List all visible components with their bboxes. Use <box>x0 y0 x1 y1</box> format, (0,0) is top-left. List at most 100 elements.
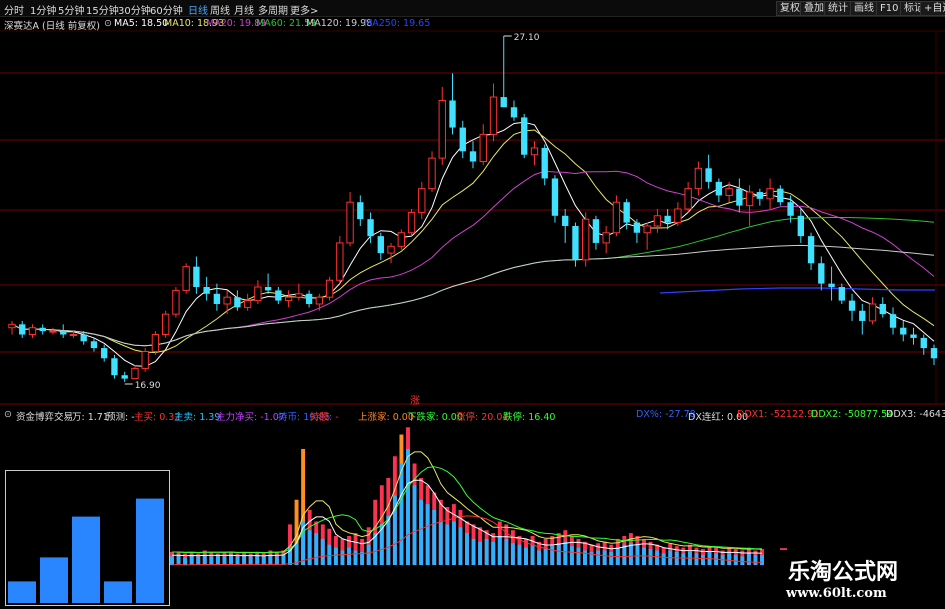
period-tab[interactable]: 15分钟 <box>86 2 119 17</box>
sub-bar-blue <box>524 547 528 565</box>
candle-body <box>838 287 845 301</box>
toolbar-button[interactable]: 统计 <box>824 1 852 16</box>
low-label: 16.90 <box>135 381 161 391</box>
candle-body <box>510 107 518 118</box>
candle-body <box>8 323 16 329</box>
candle-body <box>438 99 446 159</box>
candle-body <box>60 331 67 335</box>
sub-bar-blue <box>576 547 581 565</box>
toolbar-button[interactable]: F10 <box>876 1 903 16</box>
candle-body <box>623 202 630 223</box>
candle-body <box>193 266 200 288</box>
period-toolbar: 分时 1分钟 5分钟 15分钟 30分钟 60分钟 日线 周线 月线 多周期 更多> 复权 叠加 统计 画线… <box>0 0 945 17</box>
sub-bar-blue <box>209 556 214 565</box>
candle-body <box>572 225 579 260</box>
sub-bar-blue <box>432 509 437 565</box>
candle-body <box>161 313 170 336</box>
candle-body <box>562 215 569 226</box>
candle-body <box>182 266 190 291</box>
candle-body <box>223 296 231 305</box>
sub-bar-blue <box>196 556 201 565</box>
inset-bar <box>40 557 68 603</box>
watermark-url: www.60lt.com <box>786 586 887 601</box>
period-tab[interactable]: 月线 <box>234 2 254 17</box>
sub-legend-item: DDX2: -50877.54 <box>811 409 894 420</box>
sub-bar-blue <box>517 544 522 565</box>
sub-legend-item: 涨停: 20.04 <box>456 412 509 423</box>
toolbar-button[interactable]: 画线 <box>850 1 878 16</box>
candle-body <box>889 314 897 328</box>
sub-legend-item: 上涨家: 0.00 <box>358 412 414 423</box>
candle-body <box>111 358 118 376</box>
candle-body <box>469 151 477 162</box>
sub-bar-blue <box>661 553 666 565</box>
candle-body <box>80 334 87 342</box>
sub-settings-icon[interactable]: ⊙ <box>4 409 12 420</box>
candle-body <box>489 96 498 135</box>
sub-bar-blue <box>491 541 496 565</box>
candle-body <box>101 348 108 359</box>
candle-body <box>920 337 927 349</box>
inset-bar <box>8 581 36 603</box>
sub-bar-blue <box>746 553 751 565</box>
period-tab[interactable]: 日线 <box>188 2 208 17</box>
candle-body <box>90 341 98 349</box>
candle-body <box>121 375 128 379</box>
candle-body <box>582 218 590 261</box>
candle-body <box>49 330 57 333</box>
sub-legend-item: 主力净买: -1.07 <box>216 412 285 423</box>
period-tab[interactable]: 5分钟 <box>58 2 84 17</box>
candle-body <box>725 188 733 196</box>
candle-body <box>694 167 703 190</box>
sub-bar-blue <box>222 556 227 565</box>
candle-body <box>500 97 507 108</box>
toolbar-button[interactable]: +自选 <box>920 1 945 16</box>
candle-body <box>459 127 466 152</box>
sub-bar-blue <box>347 547 351 565</box>
sub-legend-item: 主卖: 1.39 <box>174 412 221 423</box>
candle-body <box>346 201 354 244</box>
candle-body <box>766 188 774 200</box>
sub-legend-item: 万: 1.71 <box>72 412 109 423</box>
period-tab[interactable]: 多周期 <box>258 2 288 17</box>
ma-line <box>11 244 935 347</box>
candle-body <box>295 293 303 298</box>
sub-bar-blue <box>733 554 738 565</box>
candle-body <box>868 303 877 322</box>
period-tab[interactable]: 周线 <box>210 2 230 17</box>
candle-body <box>254 286 262 302</box>
sub-bar-blue <box>268 554 273 565</box>
sub-bar-blue <box>478 541 483 565</box>
period-tab[interactable]: 1分钟 <box>30 2 56 17</box>
sub-bar-blue <box>530 544 535 565</box>
candle-body <box>264 287 272 291</box>
settings-icon[interactable]: ⊙ <box>104 18 112 29</box>
sub-bar-blue <box>465 533 469 565</box>
sub-bar-blue <box>314 533 319 565</box>
sub-bar-blue <box>294 543 299 565</box>
candle-body <box>643 225 651 234</box>
sub-bar-blue <box>701 554 705 565</box>
sub-bar-blue <box>694 553 699 565</box>
candle-body <box>541 147 548 179</box>
sub-bar-blue <box>537 550 542 565</box>
candle-body <box>407 211 416 234</box>
sub-legend-item: 跌停: 16.40 <box>503 412 556 423</box>
sub-bar-blue <box>366 544 371 565</box>
candle-body <box>172 289 180 315</box>
candle-body <box>377 236 384 254</box>
period-tab[interactable]: 30分钟 <box>118 2 151 17</box>
candle-body <box>664 215 671 223</box>
period-tab[interactable]: 更多> <box>290 2 318 17</box>
ma-legend-item: MA120: 19.98 <box>306 18 373 29</box>
period-tab[interactable]: 分时 <box>4 2 24 17</box>
watermark-title: 乐淘公式网 <box>788 560 899 585</box>
candle-body <box>479 133 487 163</box>
sub-bar-blue <box>497 536 502 565</box>
candle-body <box>859 310 866 321</box>
candle-body <box>325 279 334 298</box>
sub-bar-blue <box>543 547 548 565</box>
period-tab[interactable]: 60分钟 <box>150 2 183 17</box>
candle-body <box>715 181 723 196</box>
sub-legend-item: 预测: - <box>106 412 135 423</box>
